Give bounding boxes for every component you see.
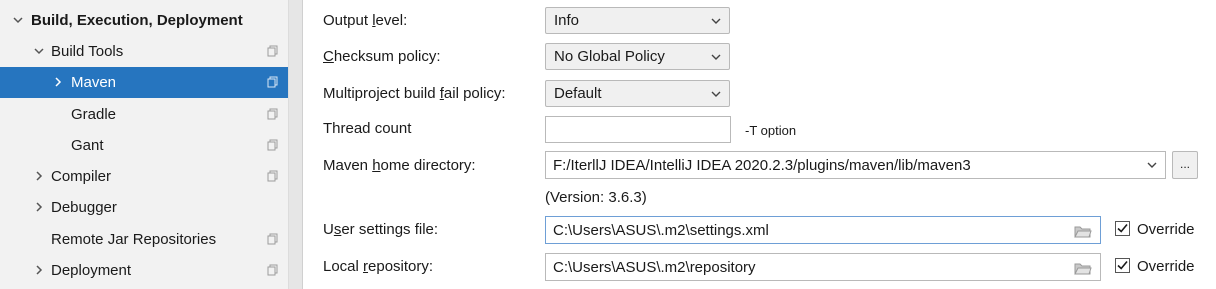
override-label[interactable]: Override — [1137, 258, 1195, 275]
copy-icon — [267, 76, 278, 88]
chevron-down-icon[interactable] — [12, 14, 24, 26]
tree-item-deployment[interactable]: Deployment — [0, 255, 302, 286]
browse-button[interactable]: ... — [1172, 151, 1198, 179]
thread-count-input[interactable] — [545, 116, 731, 143]
output-level-label: Output level: — [323, 12, 408, 29]
copy-icon — [267, 45, 278, 57]
tree-item-gant[interactable]: Gant — [0, 130, 302, 161]
select-value: Info — [554, 12, 580, 29]
maven-version-text: (Version: 3.6.3) — [545, 189, 647, 206]
chevron-right-icon[interactable] — [33, 264, 45, 276]
local-repo-label: Local repository: — [323, 258, 434, 275]
chevron-right-icon[interactable] — [52, 76, 64, 88]
splitter[interactable] — [302, 0, 303, 289]
override-label[interactable]: Override — [1137, 221, 1195, 238]
tree-item-build-execution-deployment[interactable]: Build, Execution, Deployment — [0, 5, 302, 36]
tree-item-label: Maven — [71, 74, 117, 91]
chevron-down-icon — [711, 91, 721, 97]
chevron-down-icon — [711, 18, 721, 24]
tree-item-remote-jar-repositories[interactable]: Remote Jar Repositories — [0, 224, 302, 255]
local-repo-input[interactable]: C:\Users\ASUS\.m2\repository — [545, 253, 1101, 281]
chevron-down-icon[interactable] — [33, 45, 45, 57]
copy-icon — [267, 139, 278, 151]
tree-item-label: Gradle — [71, 106, 117, 123]
tree-item-debugger[interactable]: Debugger — [0, 192, 302, 223]
tree-item-label: Debugger — [51, 199, 117, 216]
select-value: No Global Policy — [554, 48, 665, 65]
tree-item-label: Deployment — [51, 262, 132, 279]
local-repo-override-checkbox[interactable] — [1115, 258, 1130, 273]
folder-icon[interactable] — [1074, 225, 1092, 238]
user-settings-override-checkbox[interactable] — [1115, 221, 1130, 236]
tree-item-gradle[interactable]: Gradle — [0, 99, 302, 130]
checkmark-icon — [1117, 223, 1128, 233]
input-value: C:\Users\ASUS\.m2\settings.xml — [553, 222, 769, 239]
chevron-right-icon[interactable] — [33, 201, 45, 213]
copy-icon — [267, 233, 278, 245]
input-value: C:\Users\ASUS\.m2\repository — [553, 259, 756, 276]
tree-item-maven[interactable]: Maven — [0, 67, 302, 98]
copy-icon — [267, 264, 278, 276]
checksum-policy-select[interactable]: No Global Policy — [545, 43, 730, 70]
maven-home-combo[interactable]: F:/IterllJ IDEA/IntelliJ IDEA 2020.2.3/p… — [545, 151, 1166, 179]
input-value: F:/IterllJ IDEA/IntelliJ IDEA 2020.2.3/p… — [553, 157, 971, 174]
tree-item-compiler[interactable]: Compiler — [0, 161, 302, 192]
fail-policy-label: Multiproject build fail policy: — [323, 85, 506, 102]
select-value: Default — [554, 85, 602, 102]
thread-count-label: Thread count — [323, 120, 412, 137]
tree-item-label: Remote Jar Repositories — [51, 231, 217, 248]
thread-count-hint: -T option — [745, 123, 797, 138]
checkmark-icon — [1117, 260, 1128, 270]
tree-item-label: Compiler — [51, 168, 112, 185]
folder-icon[interactable] — [1074, 262, 1092, 275]
tree-item-label: Build, Execution, Deployment — [31, 12, 243, 29]
settings-tree: Build, Execution, Deployment Build Tools… — [0, 0, 302, 289]
chevron-down-icon — [711, 54, 721, 60]
chevron-down-icon[interactable] — [1147, 160, 1157, 170]
tree-item-label: Gant — [71, 137, 104, 154]
tree-item-build-tools[interactable]: Build Tools — [0, 36, 302, 67]
tree-item-label: Build Tools — [51, 43, 124, 60]
chevron-right-icon[interactable] — [33, 170, 45, 182]
maven-home-label: Maven home directory: — [323, 157, 476, 174]
fail-policy-select[interactable]: Default — [545, 80, 730, 107]
copy-icon — [267, 108, 278, 120]
output-level-select[interactable]: Info — [545, 7, 730, 34]
user-settings-input[interactable]: C:\Users\ASUS\.m2\settings.xml — [545, 216, 1101, 244]
user-settings-label: User settings file: — [323, 221, 439, 238]
sidebar-scrollbar[interactable] — [288, 0, 302, 289]
copy-icon — [267, 170, 278, 182]
checksum-policy-label: Checksum policy: — [323, 48, 441, 65]
